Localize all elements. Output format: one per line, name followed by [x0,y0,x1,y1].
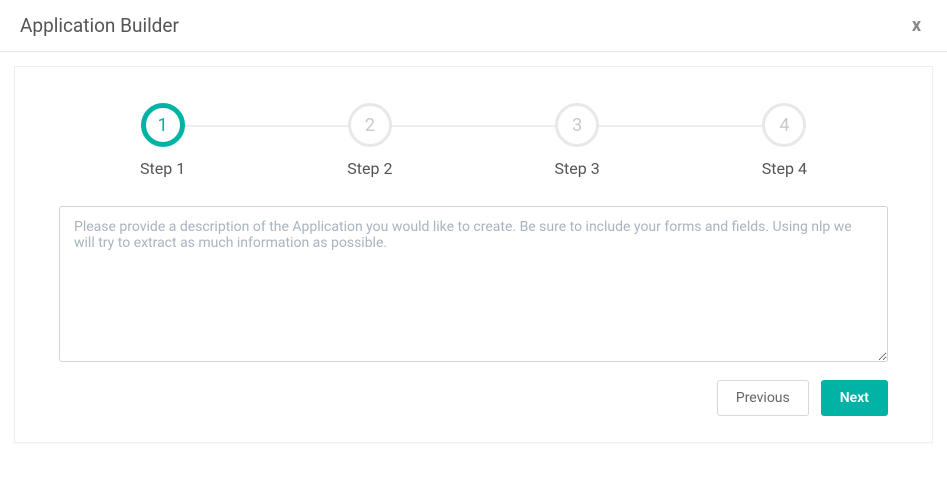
step-2-label: Step 2 [347,159,392,178]
modal-header: Application Builder x [0,0,947,52]
next-button[interactable]: Next [821,380,888,416]
page-title: Application Builder [20,14,179,37]
wizard-footer: Previous Next [59,380,888,416]
close-icon[interactable]: x [906,15,927,36]
description-input[interactable] [59,206,888,362]
step-3[interactable]: 3 Step 3 [474,103,681,178]
step-4[interactable]: 4 Step 4 [681,103,888,178]
step-2[interactable]: 2 Step 2 [266,103,473,178]
previous-button[interactable]: Previous [717,380,809,416]
stepper: 1 Step 1 2 Step 2 3 Step 3 4 Step 4 [59,103,888,178]
step-1-circle: 1 [141,103,185,147]
step-1-label: Step 1 [140,159,185,178]
step-4-circle: 4 [762,103,806,147]
description-field-wrap [59,206,888,366]
step-2-circle: 2 [348,103,392,147]
step-3-label: Step 3 [555,159,600,178]
step-3-circle: 3 [555,103,599,147]
step-1[interactable]: 1 Step 1 [59,103,266,178]
step-4-label: Step 4 [762,159,807,178]
wizard-panel: 1 Step 1 2 Step 2 3 Step 3 4 Step 4 Prev… [14,66,933,443]
